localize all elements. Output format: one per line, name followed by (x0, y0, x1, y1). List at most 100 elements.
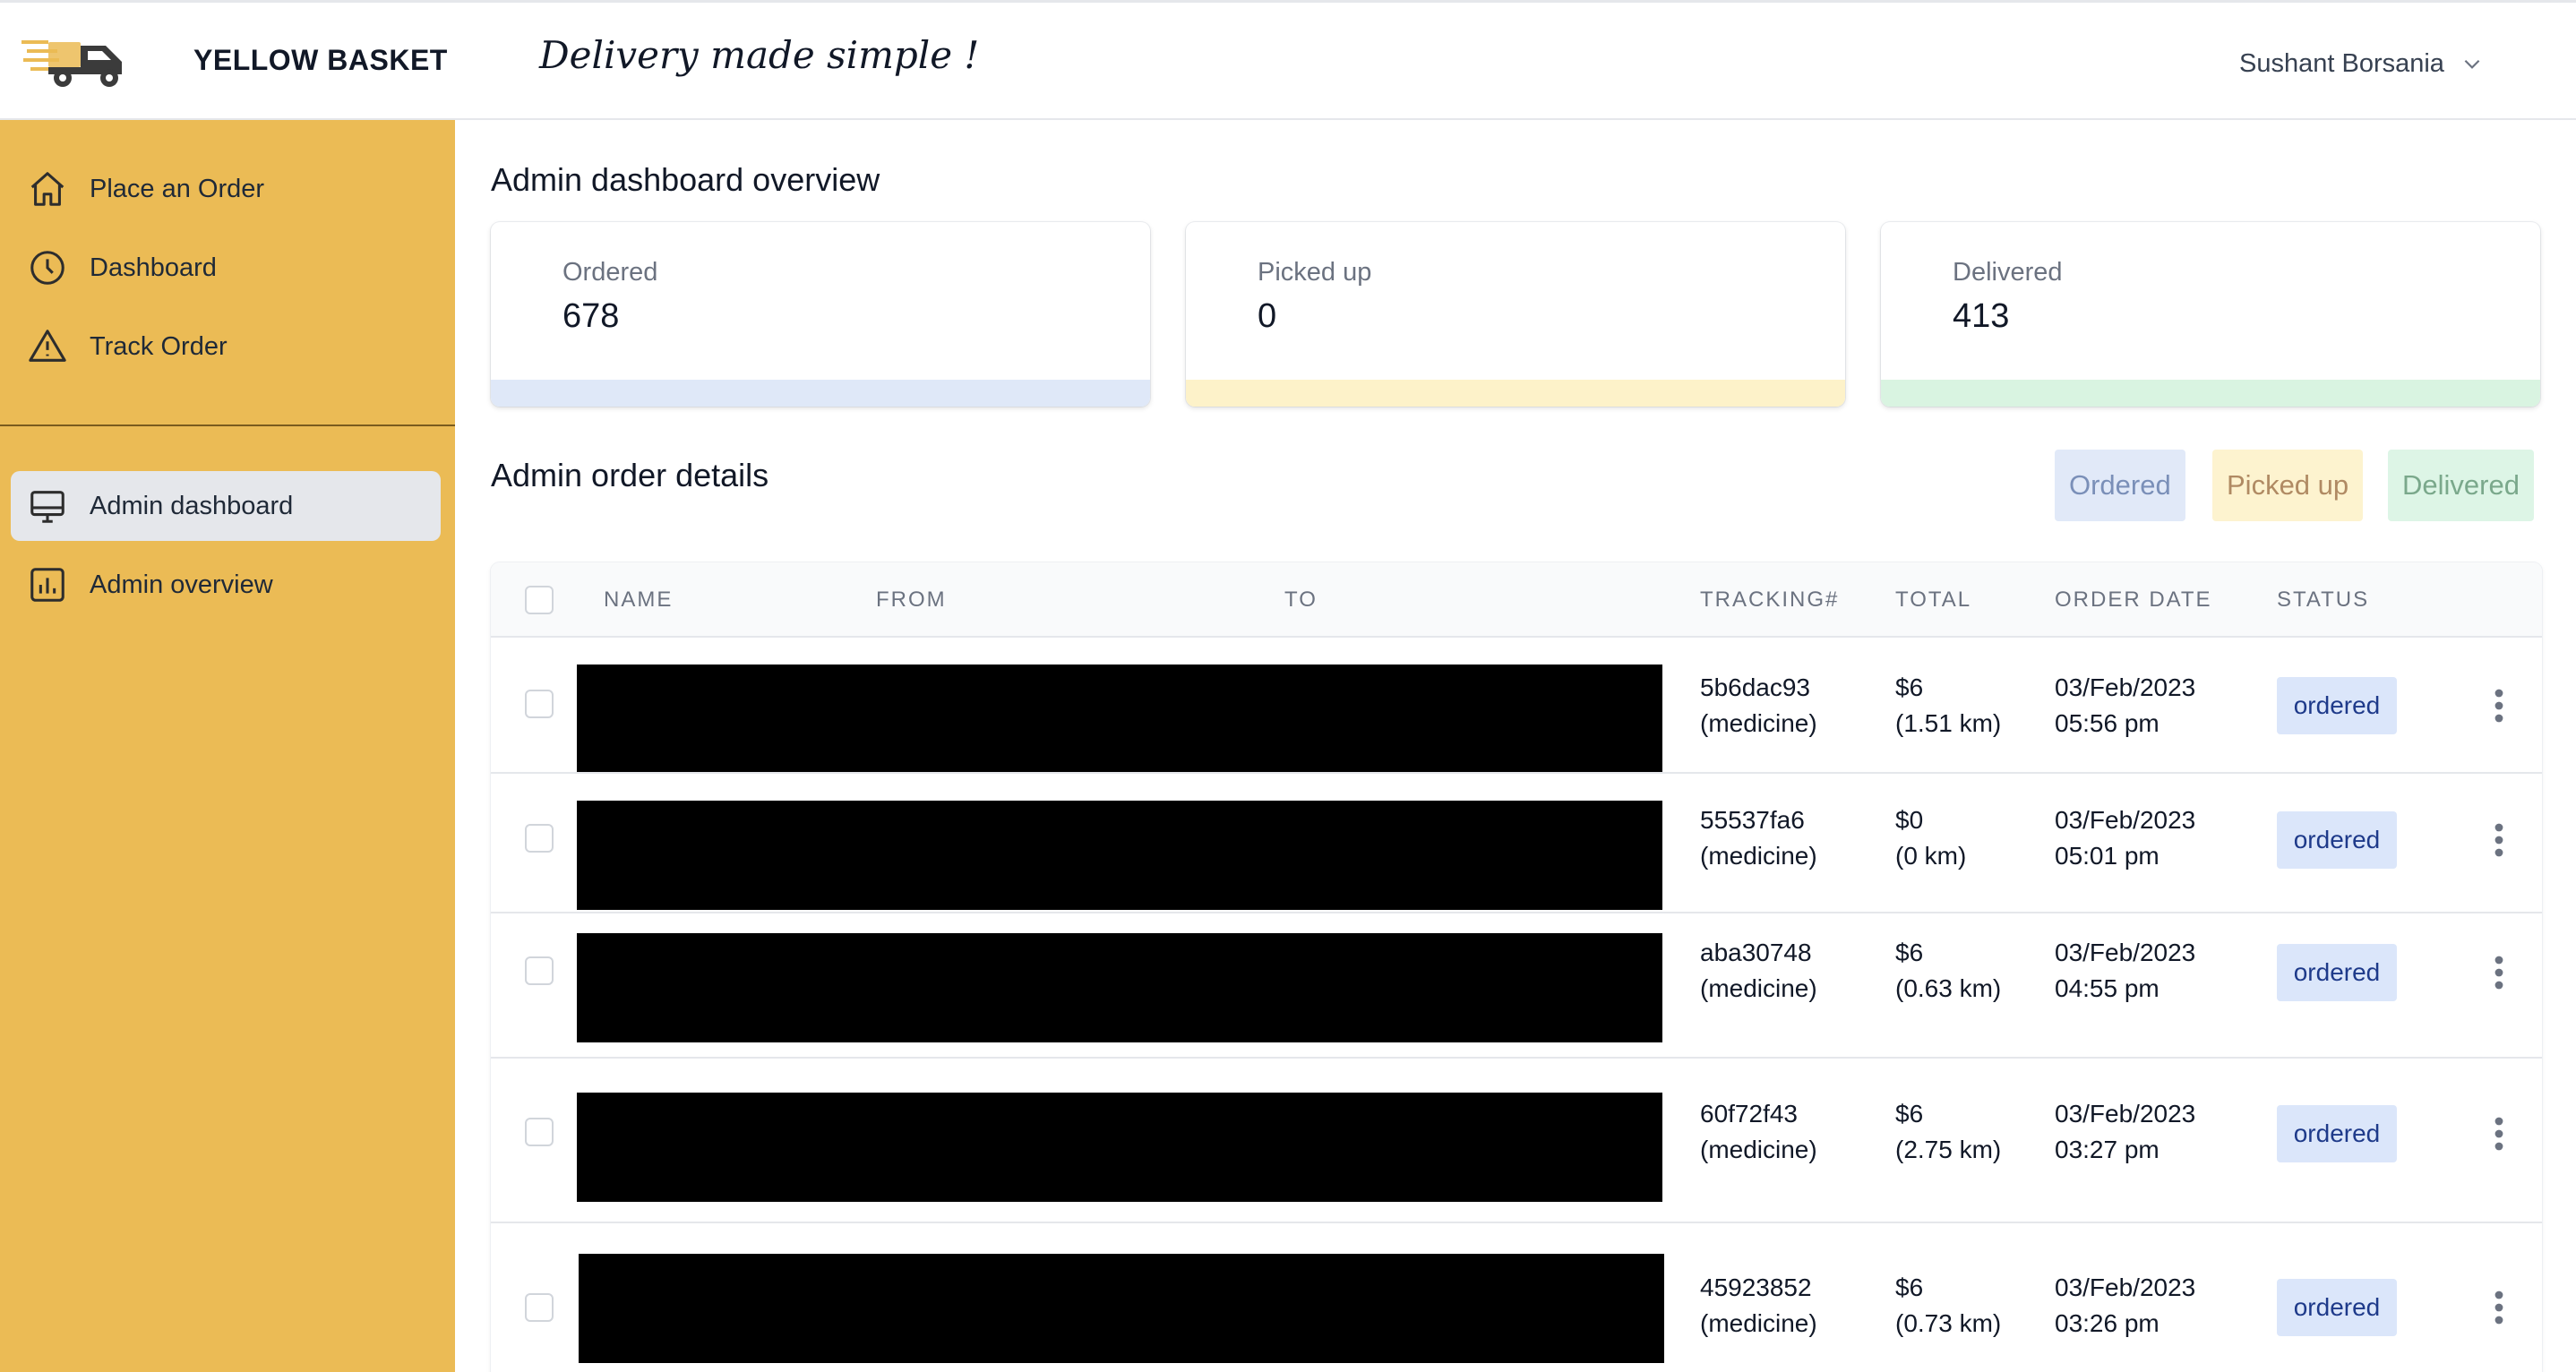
sidebar-item-dashboard[interactable]: Dashboard (11, 233, 441, 303)
redacted-block (577, 665, 1662, 774)
details-title: Admin order details (491, 457, 769, 493)
tracking-category: (medicine) (1700, 974, 1817, 1002)
legend-delivered[interactable]: Delivered (2388, 450, 2534, 521)
tracking-cell: aba30748 (medicine) (1700, 935, 1817, 1007)
top-header: YELLOW BASKET Delivery made simple ! Sus… (0, 0, 2576, 120)
tracking-category: (medicine) (1700, 1309, 1817, 1337)
sidebar-item-admin-overview[interactable]: Admin overview (11, 550, 441, 620)
date-cell: 03/Feb/2023 04:55 pm (2055, 935, 2195, 1007)
table-row[interactable]: 5b6dac93 (medicine) $6 (1.51 km) 03/Feb/… (491, 636, 2542, 774)
legend-label: Ordered (2069, 469, 2171, 501)
sidebar-divider (0, 424, 455, 426)
legend-picked-up[interactable]: Picked up (2212, 450, 2364, 521)
legend-label: Picked up (2227, 469, 2349, 501)
total-cell: $0 (0 km) (1895, 802, 1966, 874)
table-row[interactable]: 55537fa6 (medicine) $0 (0 km) 03/Feb/202… (491, 772, 2542, 912)
sidebar-item-label: Dashboard (90, 253, 217, 282)
order-time: 03:26 pm (2055, 1309, 2160, 1337)
date-cell: 03/Feb/2023 05:56 pm (2055, 670, 2195, 742)
tracking-id: 5b6dac93 (1700, 673, 1811, 701)
stat-value: 678 (562, 297, 620, 335)
status-badge: ordered (2277, 1279, 2397, 1336)
total-distance: (0.63 km) (1895, 974, 2002, 1002)
total-amount: $6 (1895, 673, 1924, 701)
order-date: 03/Feb/2023 (2055, 1100, 2196, 1128)
orders-table: NAME FROM TO TRACKING# TOTAL ORDER DATE … (491, 562, 2542, 1372)
order-time: 05:56 pm (2055, 709, 2160, 737)
redacted-block (577, 801, 1662, 910)
row-checkbox[interactable] (525, 956, 554, 985)
more-options-icon[interactable] (2490, 1290, 2508, 1325)
total-amount: $0 (1895, 806, 1924, 834)
more-options-icon[interactable] (2490, 955, 2508, 990)
sidebar-item-place-order[interactable]: Place an Order (11, 154, 441, 224)
warning-triangle-icon (29, 330, 66, 362)
order-date: 03/Feb/2023 (2055, 673, 2196, 701)
sidebar-item-label: Place an Order (90, 174, 265, 203)
status-badge: ordered (2277, 677, 2397, 734)
row-checkbox[interactable] (525, 690, 554, 718)
tracking-id: 60f72f43 (1700, 1100, 1798, 1128)
order-date: 03/Feb/2023 (2055, 806, 2196, 834)
order-date: 03/Feb/2023 (2055, 939, 2196, 966)
column-header-order-date: ORDER DATE (2055, 587, 2212, 612)
sidebar-item-admin-dashboard[interactable]: Admin dashboard (11, 471, 441, 541)
tracking-id: 55537fa6 (1700, 806, 1805, 834)
total-distance: (0.73 km) (1895, 1309, 2002, 1337)
sidebar-item-label: Track Order (90, 331, 228, 361)
home-icon (30, 172, 64, 206)
stat-label: Picked up (1258, 258, 1372, 287)
legend-ordered[interactable]: Ordered (2055, 450, 2185, 521)
brand-name: YELLOW BASKET (193, 44, 448, 76)
total-distance: (2.75 km) (1895, 1136, 2002, 1163)
table-row[interactable]: aba30748 (medicine) $6 (0.63 km) 03/Feb/… (491, 912, 2542, 1057)
tracking-id: aba30748 (1700, 939, 1812, 966)
stat-card-picked-up: Picked up 0 (1186, 222, 1845, 407)
user-menu-button[interactable]: Sushant Borsania (2239, 44, 2484, 83)
sidebar-item-track-order[interactable]: Track Order (11, 312, 441, 382)
order-time: 03:27 pm (2055, 1136, 2160, 1163)
redacted-block (579, 1254, 1664, 1363)
stat-color-bar (491, 380, 1150, 407)
stat-label: Delivered (1953, 258, 2063, 287)
total-amount: $6 (1895, 1100, 1924, 1128)
tracking-cell: 5b6dac93 (medicine) (1700, 670, 1817, 742)
overview-title: Admin dashboard overview (491, 161, 880, 198)
tracking-id: 45923852 (1700, 1273, 1812, 1301)
order-time: 04:55 pm (2055, 974, 2160, 1002)
stat-label: Ordered (562, 258, 658, 287)
delivery-truck-icon (21, 40, 122, 87)
order-time: 05:01 pm (2055, 842, 2160, 870)
row-checkbox[interactable] (525, 1118, 554, 1146)
total-cell: $6 (1.51 km) (1895, 670, 2001, 742)
table-row[interactable]: 60f72f43 (medicine) $6 (2.75 km) 03/Feb/… (491, 1057, 2542, 1222)
total-amount: $6 (1895, 1273, 1924, 1301)
tracking-category: (medicine) (1700, 1136, 1817, 1163)
select-all-checkbox[interactable] (525, 586, 554, 614)
table-row[interactable]: 45923852 (medicine) $6 (0.73 km) 03/Feb/… (491, 1222, 2542, 1372)
more-options-icon[interactable] (2490, 822, 2508, 858)
tracking-cell: 60f72f43 (medicine) (1700, 1096, 1817, 1168)
bar-chart-icon (30, 568, 64, 602)
more-options-icon[interactable] (2490, 688, 2508, 724)
row-checkbox[interactable] (525, 824, 554, 853)
column-header-total: TOTAL (1895, 587, 1972, 612)
legend-label: Delivered (2402, 469, 2520, 501)
tracking-category: (medicine) (1700, 842, 1817, 870)
sidebar: Place an Order Dashboard Track Order Adm… (0, 120, 455, 1372)
sidebar-item-label: Admin overview (90, 570, 273, 599)
status-badge: ordered (2277, 1105, 2397, 1162)
stat-color-bar (1881, 380, 2540, 407)
column-header-tracking: TRACKING# (1700, 587, 1840, 612)
sidebar-item-label: Admin dashboard (90, 491, 294, 520)
total-amount: $6 (1895, 939, 1924, 966)
tracking-cell: 45923852 (medicine) (1700, 1270, 1817, 1342)
total-distance: (0 km) (1895, 842, 1967, 870)
row-checkbox[interactable] (525, 1293, 554, 1322)
total-cell: $6 (0.73 km) (1895, 1270, 2001, 1342)
redacted-block (577, 1093, 1662, 1202)
more-options-icon[interactable] (2490, 1116, 2508, 1152)
column-header-name: NAME (604, 587, 674, 612)
total-cell: $6 (2.75 km) (1895, 1096, 2001, 1168)
chevron-down-icon (2464, 59, 2480, 69)
